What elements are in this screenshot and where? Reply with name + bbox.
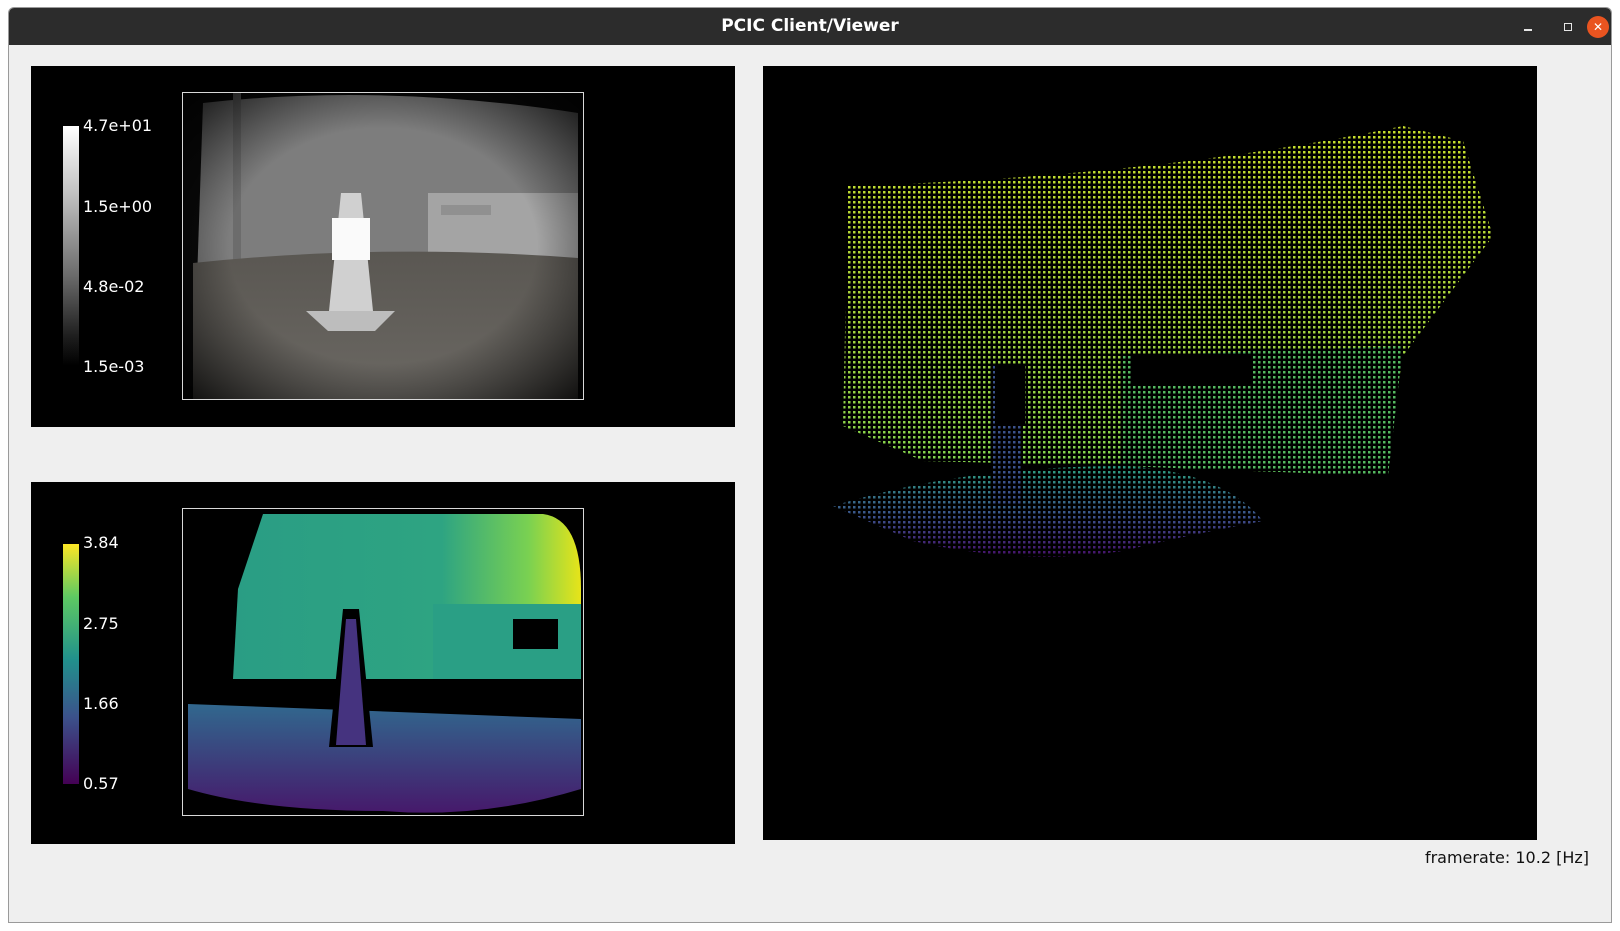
distance-colorbar	[63, 544, 79, 784]
window-title: PCIC Client/Viewer	[721, 16, 899, 36]
distance-panel: 3.84 2.75 1.66 0.57	[31, 482, 735, 844]
amplitude-image[interactable]	[182, 92, 584, 400]
framerate-label: framerate: 10.2 [Hz]	[1424, 848, 1589, 867]
distance-tick-max: 3.84	[83, 533, 119, 552]
distance-tick-2: 2.75	[83, 614, 119, 633]
amplitude-tick-3: 4.8e-02	[83, 277, 145, 296]
amplitude-panel: 4.7e+01 1.5e+00 4.8e-02 1.5e-03	[31, 66, 735, 427]
minimize-icon	[1524, 29, 1532, 31]
maximize-button[interactable]	[1557, 16, 1579, 38]
amplitude-tick-min: 1.5e-03	[83, 357, 145, 376]
close-button[interactable]: ✕	[1587, 16, 1609, 38]
amplitude-image-content	[183, 93, 583, 399]
point-cloud-render	[833, 126, 1493, 557]
point-cloud-view[interactable]	[763, 66, 1537, 840]
amplitude-colorbar	[63, 126, 79, 366]
minimize-button[interactable]	[1517, 16, 1539, 38]
distance-image-content	[183, 509, 583, 815]
title-bar[interactable]: PCIC Client/Viewer ✕	[9, 8, 1611, 45]
amplitude-tick-2: 1.5e+00	[83, 197, 153, 216]
app-window: PCIC Client/Viewer ✕ 4.7e+01 1.5e+00 4.8…	[8, 7, 1612, 923]
maximize-icon	[1564, 23, 1572, 31]
close-icon: ✕	[1592, 20, 1604, 34]
distance-tick-min: 0.57	[83, 774, 119, 793]
distance-image[interactable]	[182, 508, 584, 816]
amplitude-tick-max: 4.7e+01	[83, 116, 153, 135]
distance-tick-3: 1.66	[83, 694, 119, 713]
